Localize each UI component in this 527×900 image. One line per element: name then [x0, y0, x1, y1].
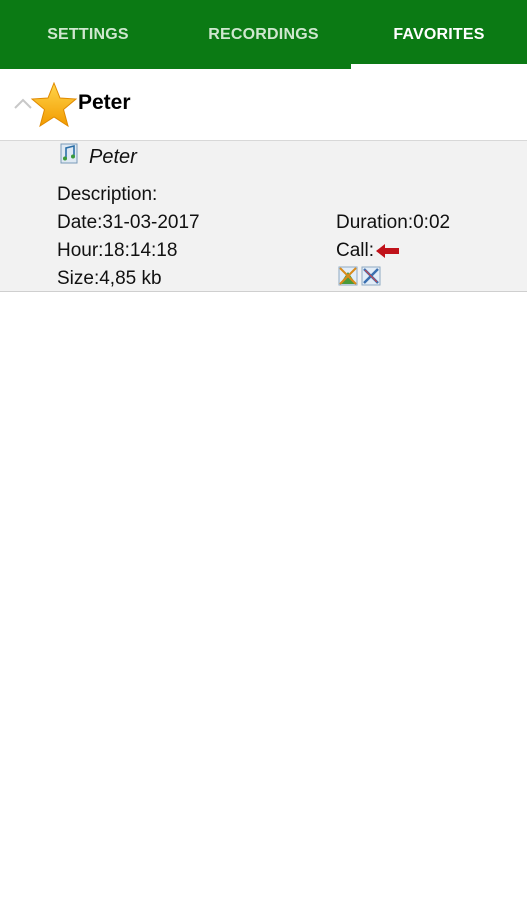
recording-duration: Duration:0:02	[336, 212, 451, 233]
music-file-icon	[60, 143, 78, 164]
star-icon	[30, 82, 78, 128]
recording-name: Peter	[89, 146, 137, 168]
delete-icon[interactable]	[361, 266, 381, 286]
favorite-group-title: Peter	[78, 91, 131, 114]
app-screen: SETTINGS RECORDINGS FAVORITES Peter Pete…	[0, 0, 527, 900]
tab-favorites[interactable]: FAVORITES	[351, 0, 527, 69]
incoming-arrow-icon	[376, 244, 399, 258]
tab-recordings[interactable]: RECORDINGS	[176, 0, 351, 69]
tab-settings[interactable]: SETTINGS	[0, 0, 176, 69]
share-icon[interactable]	[338, 266, 358, 286]
tab-bar: SETTINGS RECORDINGS FAVORITES	[0, 0, 527, 69]
recording-description: Description:	[57, 184, 158, 205]
recording-hour: Hour:18:14:18	[57, 240, 178, 261]
recording-call-label: Call:	[336, 240, 375, 261]
recording-size: Size:4,85 kb	[57, 268, 162, 289]
recording-date: Date:31-03-2017	[57, 212, 200, 233]
